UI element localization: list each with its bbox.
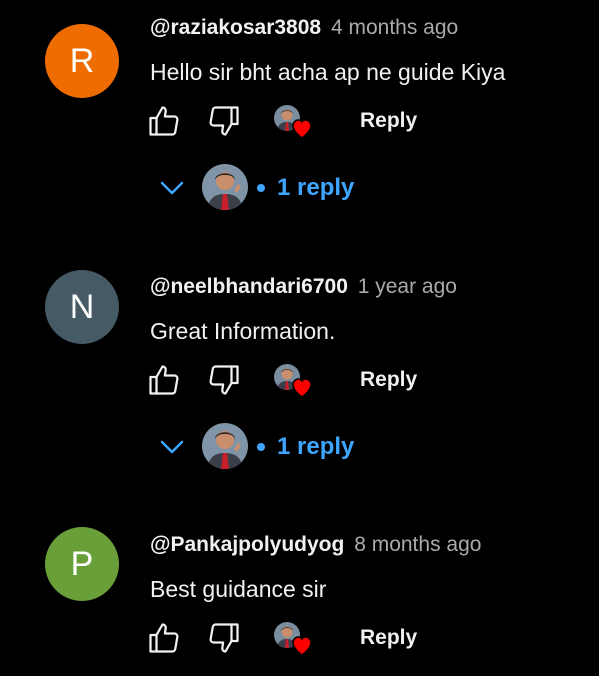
dislike-button[interactable] bbox=[204, 618, 244, 658]
dislike-button[interactable] bbox=[204, 101, 244, 141]
comment-text: Great Information. bbox=[150, 318, 336, 344]
replies-count[interactable]: 1 reply bbox=[277, 431, 354, 463]
creator-heart-badge bbox=[274, 105, 318, 145]
chevron-down-icon bbox=[160, 440, 184, 454]
thumbs-up-icon bbox=[149, 623, 179, 653]
separator-dot bbox=[257, 184, 265, 192]
thumbs-up-icon bbox=[149, 365, 179, 395]
comment-header: @raziakosar3808 4 months ago bbox=[150, 14, 458, 42]
comment-header: @neelbhandari6700 1 year ago bbox=[150, 273, 457, 301]
heart-icon bbox=[292, 119, 312, 139]
creator-reply-avatar bbox=[202, 164, 248, 210]
separator-dot bbox=[257, 443, 265, 451]
comment-text: Best guidance sir bbox=[150, 576, 327, 602]
comment-actions: Reply bbox=[0, 618, 599, 658]
comment-actions: Reply bbox=[0, 360, 599, 400]
reply-button[interactable]: Reply bbox=[360, 107, 417, 135]
dislike-button[interactable] bbox=[204, 360, 244, 400]
view-replies-toggle[interactable]: 1 reply bbox=[0, 164, 599, 210]
comment-actions: Reply bbox=[0, 101, 599, 141]
author-handle[interactable]: @raziakosar3808 bbox=[150, 16, 321, 39]
comment-timestamp[interactable]: 1 year ago bbox=[358, 275, 457, 298]
like-button[interactable] bbox=[144, 101, 184, 141]
author-handle[interactable]: @Pankajpolyudyog bbox=[150, 533, 344, 556]
creator-reply-avatar bbox=[202, 423, 248, 469]
thumbs-down-icon bbox=[209, 623, 239, 653]
reply-button[interactable]: Reply bbox=[360, 366, 417, 394]
reply-button[interactable]: Reply bbox=[360, 624, 417, 652]
thumbs-down-icon bbox=[209, 365, 239, 395]
comment-text: Hello sir bht acha ap ne guide Kiya bbox=[150, 59, 506, 85]
creator-heart-badge bbox=[274, 364, 318, 404]
comment-header: @Pankajpolyudyog 8 months ago bbox=[150, 531, 481, 559]
like-button[interactable] bbox=[144, 618, 184, 658]
thumbs-up-icon bbox=[149, 106, 179, 136]
heart-icon bbox=[292, 378, 312, 398]
avatar[interactable]: R bbox=[45, 24, 119, 98]
like-button[interactable] bbox=[144, 360, 184, 400]
view-replies-toggle[interactable]: 1 reply bbox=[0, 423, 599, 469]
thumbs-down-icon bbox=[209, 106, 239, 136]
avatar[interactable]: N bbox=[45, 270, 119, 344]
avatar[interactable]: P bbox=[45, 527, 119, 601]
heart-icon bbox=[292, 636, 312, 656]
comment-timestamp[interactable]: 4 months ago bbox=[331, 16, 458, 39]
replies-count[interactable]: 1 reply bbox=[277, 172, 354, 204]
comment-timestamp[interactable]: 8 months ago bbox=[354, 533, 481, 556]
author-handle[interactable]: @neelbhandari6700 bbox=[150, 275, 348, 298]
chevron-down-icon bbox=[160, 181, 184, 195]
creator-heart-badge bbox=[274, 622, 318, 662]
